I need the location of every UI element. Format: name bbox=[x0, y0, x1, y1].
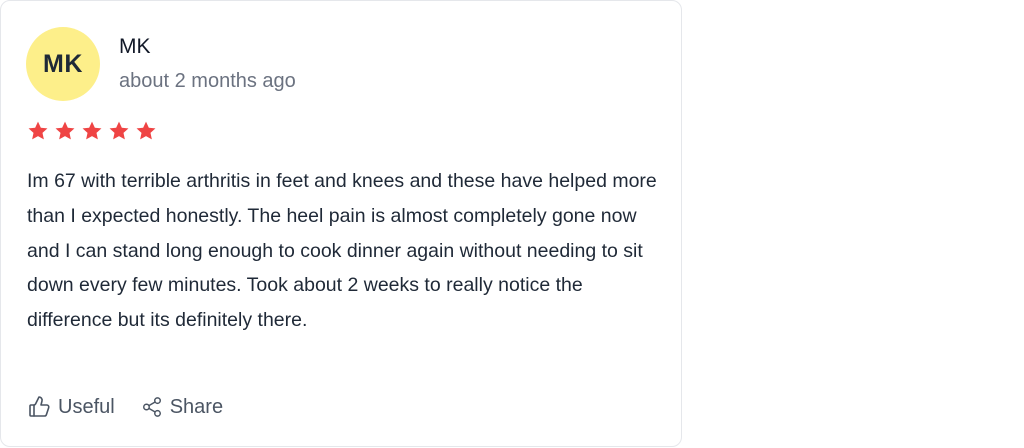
review-card: MK MK about 2 months ago Im 67 with terr… bbox=[0, 0, 682, 447]
share-icon bbox=[141, 396, 163, 418]
useful-label: Useful bbox=[58, 395, 115, 418]
review-timestamp: about 2 months ago bbox=[119, 70, 296, 92]
share-label: Share bbox=[169, 395, 224, 418]
share-button[interactable]: Share bbox=[141, 396, 223, 419]
useful-button[interactable]: Useful bbox=[27, 395, 115, 419]
star-icon bbox=[108, 120, 130, 142]
avatar-initials: MK bbox=[43, 49, 83, 78]
review-actions: Useful Share bbox=[27, 395, 223, 419]
star-icon bbox=[135, 120, 157, 142]
thumbs-up-icon bbox=[27, 395, 51, 419]
star-icon bbox=[54, 120, 76, 142]
avatar: MK bbox=[26, 27, 100, 101]
star-icon bbox=[27, 120, 49, 142]
review-text: Im 67 with terrible arthritis in feet an… bbox=[27, 170, 657, 332]
star-icon bbox=[81, 120, 103, 142]
author-name: MK bbox=[119, 35, 151, 58]
star-rating bbox=[27, 120, 157, 142]
